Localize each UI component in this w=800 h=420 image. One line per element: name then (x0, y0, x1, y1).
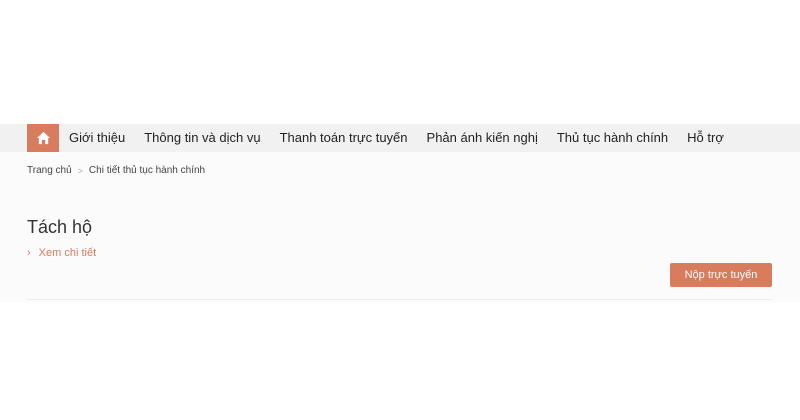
breadcrumb: Trang chủ > Chi tiết thủ tục hành chính (27, 165, 205, 176)
nav-item-thu-tuc[interactable]: Thủ tục hành chính (557, 124, 668, 152)
home-button[interactable] (27, 124, 59, 152)
breadcrumb-separator: > (77, 165, 83, 176)
nav-item-thanh-toan[interactable]: Thanh toán trực tuyến (280, 124, 408, 152)
nav-item-thong-tin-dich-vu[interactable]: Thông tin và dịch vụ (144, 124, 260, 152)
view-detail-label: Xem chi tiết (38, 247, 97, 259)
nav-item-phan-anh[interactable]: Phản ánh kiến nghị (427, 124, 538, 152)
nav-item-gioi-thieu[interactable]: Giới thiệu (69, 124, 125, 152)
main-nav: Giới thiệu Thông tin và dịch vụ Thanh to… (0, 124, 800, 152)
breadcrumb-home-link[interactable]: Trang chủ (27, 165, 72, 176)
divider (27, 299, 772, 300)
nav-item-ho-tro[interactable]: Hỗ trợ (687, 124, 724, 152)
breadcrumb-current: Chi tiết thủ tục hành chính (88, 165, 206, 176)
chevron-right-icon: › (27, 247, 31, 259)
home-icon (36, 131, 50, 145)
procedure-title: Tách hộ (27, 217, 93, 237)
view-detail-link[interactable]: › Xem chi tiết (27, 247, 96, 259)
nav-menu: Giới thiệu Thông tin và dịch vụ Thanh to… (69, 124, 724, 152)
submit-online-button[interactable]: Nộp trực tuyến (670, 263, 772, 287)
